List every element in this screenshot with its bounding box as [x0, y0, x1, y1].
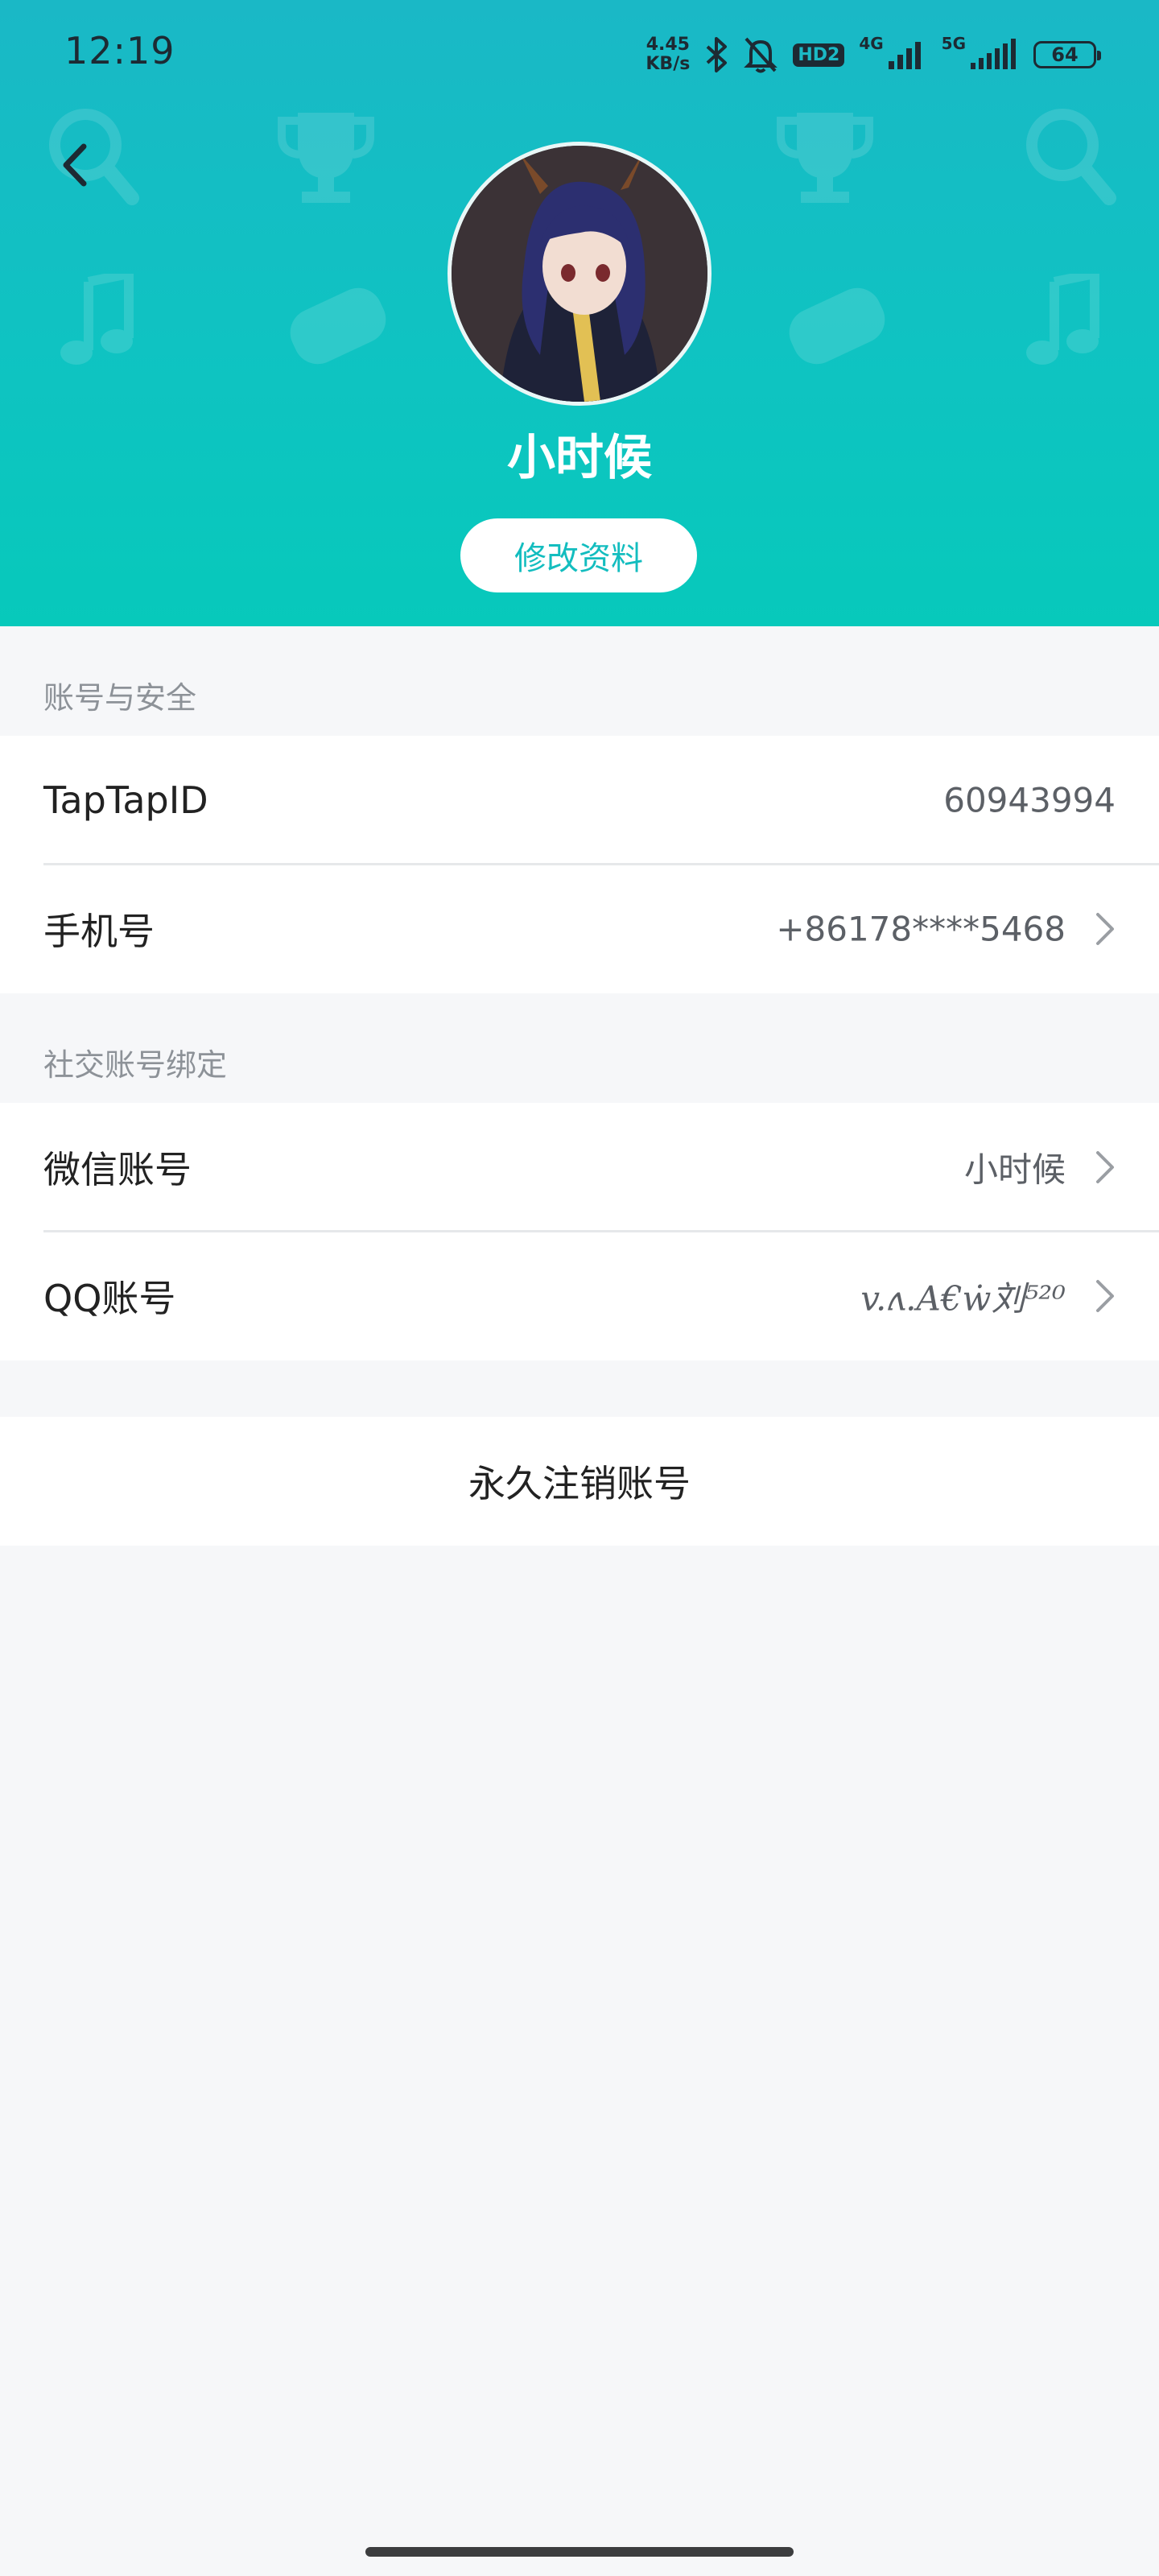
network-label-5g: 5G [941, 34, 966, 53]
mute-bell-icon [744, 37, 778, 73]
back-arrow-icon[interactable] [53, 137, 101, 193]
battery-indicator: 64 [1033, 41, 1101, 68]
social-binding-card: 微信账号 小时候 QQ账号 v.ʌ.A€ẇ刘⁵²⁰ [0, 1103, 1159, 1360]
status-icons: 4.45 KB/s HD2 4G 5G 64 [645, 32, 1101, 77]
network-speed: 4.45 KB/s [645, 35, 690, 74]
row-qq[interactable]: QQ账号 v.ʌ.A€ẇ刘⁵²⁰ [0, 1232, 1159, 1360]
trophy-icon [278, 113, 374, 203]
gamepad-icon [290, 287, 386, 365]
taptap-id-label: TapTapID [43, 778, 208, 822]
edit-profile-button[interactable]: 修改资料 [460, 518, 697, 592]
taptap-id-value: 60943994 [943, 780, 1116, 820]
music-note-icon [60, 274, 134, 365]
wechat-value: 小时候 [963, 1150, 1066, 1190]
trophy-icon [777, 113, 873, 203]
avatar-image [452, 146, 707, 402]
section-title-account-security: 账号与安全 [43, 680, 197, 716]
network-speed-unit: KB/s [645, 54, 691, 74]
section-title-social-binding: 社交账号绑定 [43, 1047, 228, 1083]
delete-account-button[interactable]: 永久注销账号 [0, 1417, 1159, 1546]
chevron-right-icon [1096, 913, 1114, 945]
username: 小时候 [507, 430, 652, 486]
phone-value: +86178****5468 [776, 909, 1066, 949]
gamepad-icon [789, 287, 885, 365]
network-speed-value: 4.45 [645, 35, 690, 55]
row-wechat[interactable]: 微信账号 小时候 [0, 1103, 1159, 1232]
hd-badge: HD2 [793, 43, 845, 67]
chevron-right-icon [1096, 1280, 1114, 1312]
row-phone[interactable]: 手机号 +86178****5468 [0, 865, 1159, 993]
search-icon [1026, 109, 1116, 205]
phone-label: 手机号 [43, 910, 155, 953]
qq-label: QQ账号 [43, 1277, 176, 1320]
music-note-icon [1026, 274, 1099, 365]
qq-value: v.ʌ.A€ẇ刘⁵²⁰ [860, 1278, 1066, 1319]
wechat-label: 微信账号 [43, 1148, 192, 1191]
account-security-card: TapTapID 60943994 手机号 +86178****5468 [0, 736, 1159, 993]
network-label-4g: 4G [859, 34, 884, 53]
signal-bars-icon [888, 42, 921, 69]
chevron-right-icon [1096, 1151, 1114, 1183]
profile-header: 12:19 4.45 KB/s HD2 4G 5G 64 小时候 修改资料 [0, 0, 1159, 626]
row-taptap-id: TapTapID 60943994 [0, 736, 1159, 865]
status-time: 12:19 [64, 29, 175, 72]
bluetooth-icon [706, 37, 728, 72]
avatar[interactable] [448, 142, 711, 406]
home-indicator[interactable] [365, 2547, 794, 2557]
signal-bars-icon [971, 39, 1016, 69]
status-bar: 12:19 4.45 KB/s HD2 4G 5G 64 [0, 0, 1159, 105]
